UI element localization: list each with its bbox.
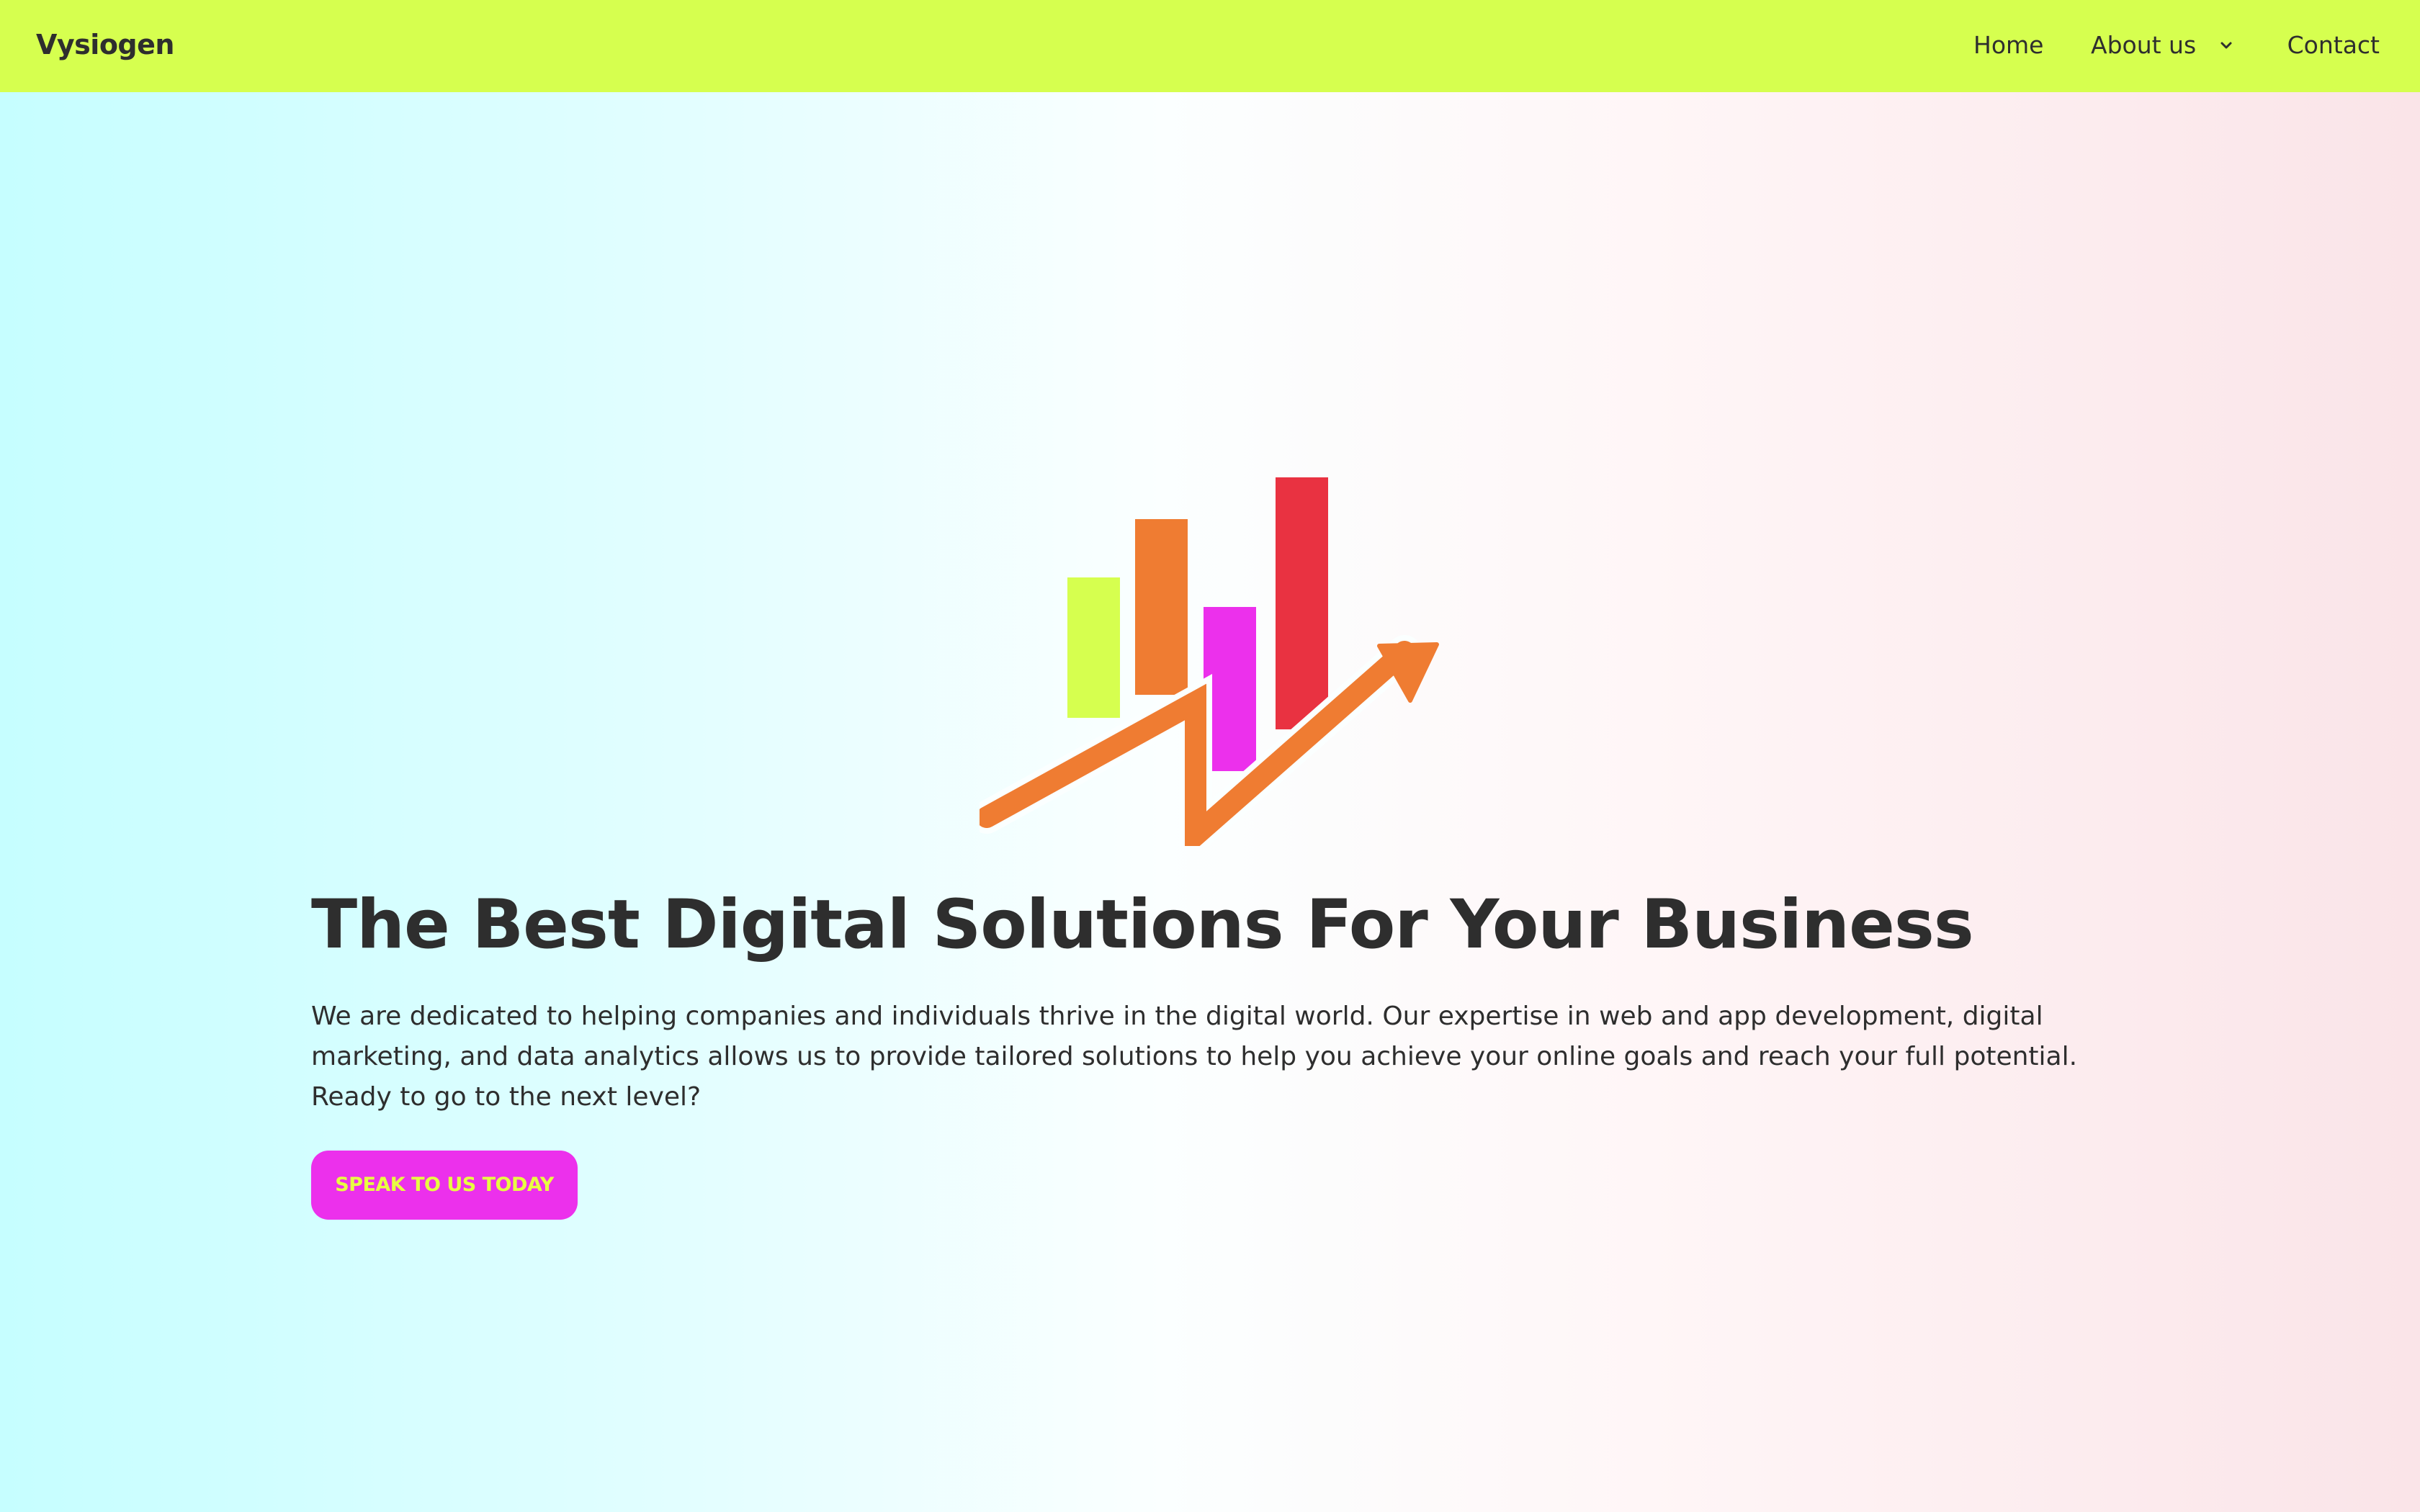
nav-link-about-us[interactable]: About us [2091,30,2196,61]
speak-to-us-button[interactable]: SPEAK TO US TODAY [311,1151,578,1220]
brand-name[interactable]: Vysiogen [36,27,174,63]
logo-arrow [980,641,1415,846]
top-navbar: Vysiogen Home About us Contact [0,0,2420,92]
hero-headline: The Best Digital Solutions For Your Busi… [311,886,1974,964]
logo-bar-1 [1067,577,1120,718]
logo-bar-4 [1276,477,1328,729]
nav-link-home[interactable]: Home [1973,30,2043,61]
hero-description: We are dedicated to helping companies an… [311,1002,2078,1112]
nav-link-contact[interactable]: Contact [2287,30,2380,61]
logo-bar-2 [1135,519,1188,695]
growth-chart-logo [980,477,1439,846]
chevron-down-icon[interactable] [2215,35,2237,56]
